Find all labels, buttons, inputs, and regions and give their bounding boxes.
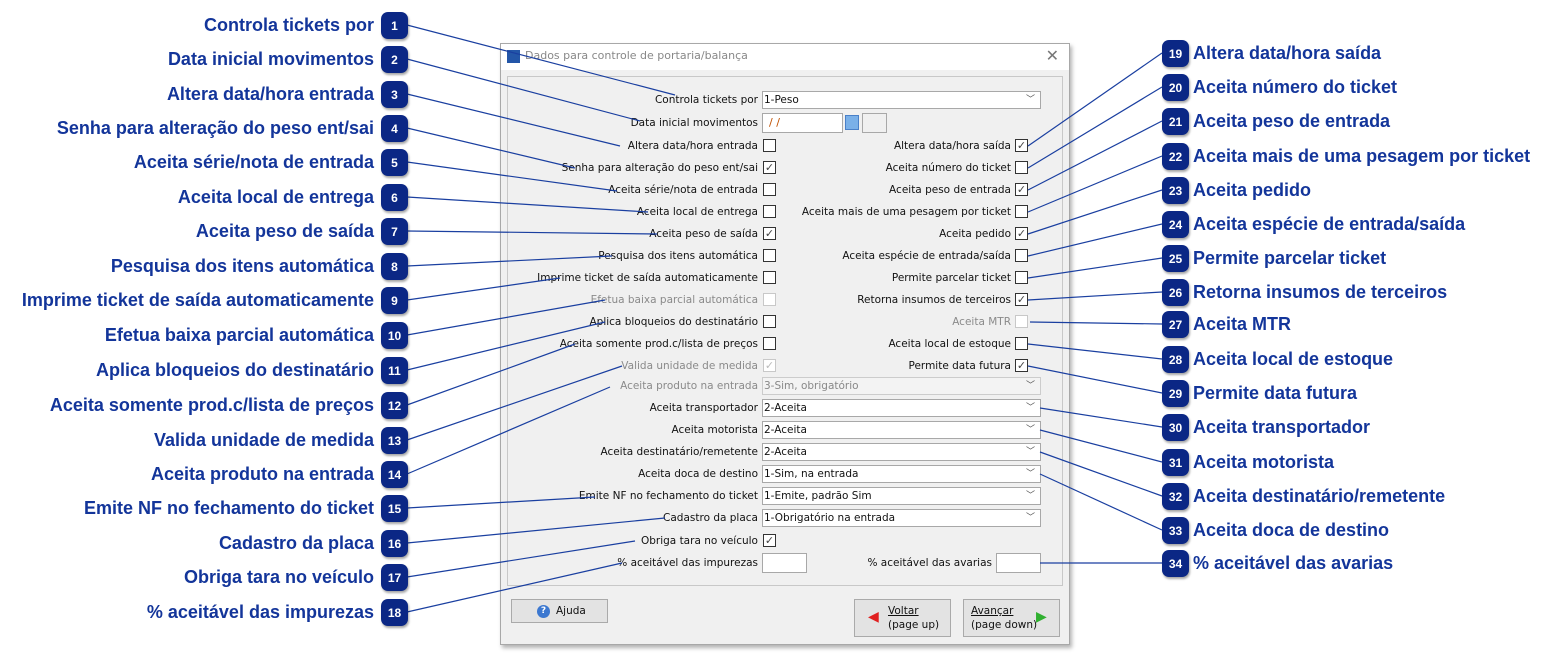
callout-badge: 10: [381, 322, 408, 349]
leader-line-7: [406, 230, 658, 235]
leader-line-32: [1039, 451, 1163, 497]
callout-badge: 20: [1162, 74, 1189, 101]
callout-badge: 31: [1162, 449, 1189, 476]
leader-line-12: [406, 343, 576, 406]
leader-line-29: [1027, 365, 1163, 394]
leader-line-9: [406, 277, 561, 301]
leader-line-33: [1039, 473, 1163, 531]
leader-line-1: [406, 24, 676, 96]
callout-badge: 1: [381, 12, 408, 39]
leader-lines: [406, 24, 1163, 613]
callout-badge: 5: [381, 149, 408, 176]
callout-badge: 29: [1162, 380, 1189, 407]
callout-badge: 3: [381, 81, 408, 108]
leader-line-15: [406, 496, 596, 509]
callout-badge: 6: [381, 184, 408, 211]
leader-line-24: [1027, 223, 1163, 257]
leader-line-27: [1029, 321, 1163, 325]
callout-badge: 25: [1162, 245, 1189, 272]
callout-badge: 22: [1162, 143, 1189, 170]
callout-badge: 30: [1162, 414, 1189, 441]
callout-badge: 12: [381, 392, 408, 419]
leader-line-16: [406, 517, 666, 544]
callout-badge: 2: [381, 46, 408, 73]
leader-line-13: [406, 365, 623, 441]
callout-badge: 23: [1162, 177, 1189, 204]
callout-badge: 17: [381, 564, 408, 591]
callout-badge: 14: [381, 461, 408, 488]
leader-line-22: [1027, 155, 1163, 213]
callout-badge: 9: [381, 287, 408, 314]
leader-line-4: [406, 127, 576, 169]
callout-badge: 11: [381, 357, 408, 384]
leader-line-6: [406, 196, 649, 213]
leader-line-3: [406, 93, 621, 147]
leader-line-5: [406, 161, 618, 192]
callout-badge: 26: [1162, 279, 1189, 306]
callout-badge: 7: [381, 218, 408, 245]
leader-line-17: [406, 540, 636, 578]
leader-line-8: [406, 255, 613, 267]
callout-badge: 24: [1162, 211, 1189, 238]
callout-badge: 34: [1162, 550, 1189, 577]
callout-badge: 19: [1162, 40, 1189, 67]
callout-badge: 33: [1162, 517, 1189, 544]
callout-badge: 32: [1162, 483, 1189, 510]
callout-badge: 15: [381, 495, 408, 522]
leader-line-26: [1027, 291, 1163, 301]
leader-line-25: [1027, 257, 1163, 279]
callout-badge: 16: [381, 530, 408, 557]
callout-badge: 21: [1162, 108, 1189, 135]
callout-badge: 18: [381, 599, 408, 626]
callout-badge: 8: [381, 253, 408, 280]
leader-line-18: [406, 562, 623, 613]
leader-line-28: [1027, 343, 1163, 360]
callout-badge: 4: [381, 115, 408, 142]
callout-badge: 13: [381, 427, 408, 454]
leader-line-30: [1039, 407, 1163, 428]
leader-line-2: [406, 58, 641, 122]
leader-line-23: [1027, 189, 1163, 235]
callout-badge: 27: [1162, 311, 1189, 338]
callout-badge: 28: [1162, 346, 1189, 373]
leader-line-14: [406, 386, 611, 475]
leader-line-31: [1039, 429, 1163, 463]
